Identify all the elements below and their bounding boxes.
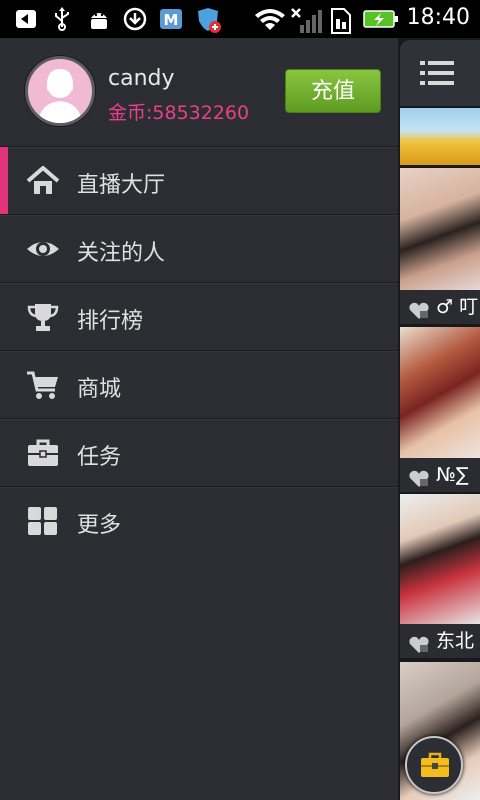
user-silhouette-icon <box>38 69 82 123</box>
coin-balance: 金币:58532260 <box>108 102 250 124</box>
menu-item-more[interactable]: 更多 <box>0 486 398 554</box>
wifi-icon <box>253 7 287 31</box>
menu-item-label: 商城 <box>77 377 122 402</box>
heart-lock-icon <box>408 466 430 487</box>
heart-lock-icon <box>408 298 430 319</box>
streamer-name: ♂ 叮 <box>436 296 479 318</box>
menu-item-tasks[interactable]: 任务 <box>0 418 398 486</box>
stream-caption: №∑ <box>400 458 480 492</box>
sim-icon <box>330 7 352 34</box>
menu-item-label: 任务 <box>77 445 122 470</box>
download-icon <box>121 7 149 31</box>
heart-lock-icon <box>408 632 430 653</box>
stream-caption: ♂ 叮 <box>400 290 480 324</box>
username: candy <box>108 66 175 91</box>
trophy-icon <box>26 301 60 333</box>
shield-app-icon <box>195 7 223 33</box>
avatar[interactable] <box>25 56 95 126</box>
stream-thumbnail[interactable] <box>400 327 480 462</box>
recharge-button[interactable]: 充值 <box>285 69 381 113</box>
android-debug-icon <box>86 7 112 31</box>
profile-header[interactable]: candy 金币:58532260 充值 <box>0 38 398 146</box>
menu-item-label: 排行榜 <box>77 309 144 334</box>
task-briefcase-button[interactable] <box>405 736 463 794</box>
drawer-menu: 直播大厅 关注的人 排行榜 商城 任务 更多 <box>0 146 398 554</box>
svg-text:M: M <box>164 11 179 29</box>
navigation-drawer: candy 金币:58532260 充值 直播大厅 关注的人 排行榜 商城 任务… <box>0 38 398 800</box>
battery-charging-icon <box>363 7 399 31</box>
content-header <box>400 40 480 106</box>
cart-icon <box>26 369 60 401</box>
menu-item-label: 关注的人 <box>77 241 166 266</box>
m-app-icon: M <box>158 7 184 31</box>
stream-thumbnail[interactable] <box>400 168 480 290</box>
status-bar: M 18:40 <box>0 0 480 38</box>
stream-thumbnail[interactable] <box>400 108 480 165</box>
usb-icon <box>50 7 74 31</box>
menu-item-following[interactable]: 关注的人 <box>0 214 398 282</box>
briefcase-icon <box>420 752 449 778</box>
briefcase-icon <box>26 437 60 469</box>
menu-item-leaderboard[interactable]: 排行榜 <box>0 282 398 350</box>
streamer-name: №∑ <box>436 464 469 486</box>
menu-item-live-hall[interactable]: 直播大厅 <box>0 146 398 214</box>
clock: 18:40 <box>406 5 470 30</box>
grid-icon <box>26 505 60 537</box>
menu-item-store[interactable]: 商城 <box>0 350 398 418</box>
menu-item-label: 直播大厅 <box>77 173 166 198</box>
back-arrow-icon <box>12 7 38 31</box>
stream-thumbnail[interactable] <box>400 494 480 624</box>
home-icon <box>26 165 60 197</box>
no-signal-icon <box>290 7 322 33</box>
streamer-name: 东北 <box>436 630 475 652</box>
hamburger-menu-icon[interactable] <box>420 60 454 86</box>
content-panel: ♂ 叮 №∑ 东北 <box>398 38 480 800</box>
stream-caption: 东北 <box>400 624 480 658</box>
menu-item-label: 更多 <box>77 513 122 538</box>
eye-icon <box>26 233 60 265</box>
